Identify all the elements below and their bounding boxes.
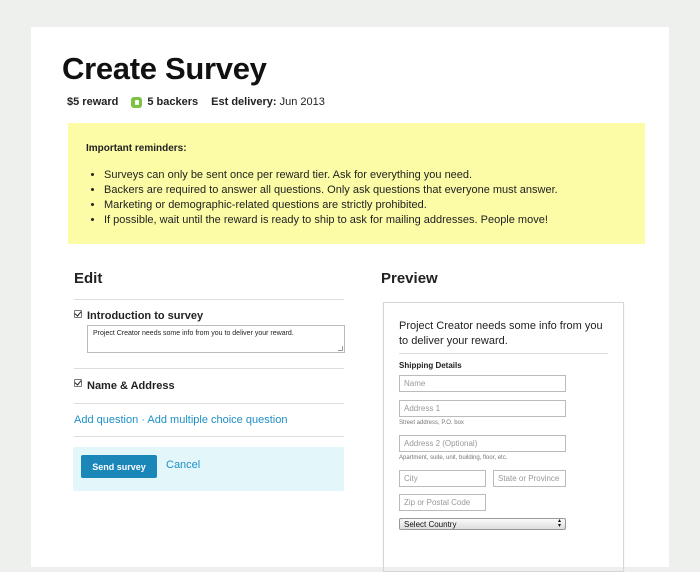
divider	[74, 403, 344, 404]
edit-heading: Edit	[74, 270, 103, 287]
add-multiple-choice-link[interactable]: Add multiple choice question	[147, 414, 287, 426]
name-address-checkbox[interactable]	[74, 379, 82, 387]
zip-input[interactable]: Zip or Postal Code	[399, 494, 486, 511]
send-survey-button[interactable]: Send survey	[81, 455, 157, 478]
country-select[interactable]: Select Country ▴ ▾	[399, 518, 566, 530]
add-question-link[interactable]: Add question	[74, 414, 138, 426]
project-meta: $5 reward 5 backers Est delivery: Jun 20…	[67, 96, 325, 108]
reminder-item: Marketing or demographic-related questio…	[104, 198, 627, 213]
delivery-label: Est delivery:	[211, 96, 277, 108]
name-address-label: Name & Address	[87, 380, 175, 392]
cancel-link[interactable]: Cancel	[166, 459, 200, 471]
reminders-heading: Important reminders:	[86, 143, 187, 154]
page-title: Create Survey	[62, 51, 267, 86]
intro-textarea[interactable]: Project Creator needs some info from you…	[87, 325, 345, 353]
divider	[399, 353, 608, 354]
delivery-value: Jun 2013	[279, 96, 325, 108]
resize-grip-icon[interactable]	[338, 346, 343, 351]
address1-input[interactable]: Address 1	[399, 400, 566, 417]
divider	[74, 299, 344, 300]
country-select-value: Select Country	[404, 519, 457, 529]
preview-panel: Project Creator needs some info from you…	[383, 302, 624, 572]
select-arrows-icon: ▴ ▾	[557, 518, 561, 529]
link-separator: ·	[141, 414, 145, 426]
reminder-item: Surveys can only be sent once per reward…	[104, 168, 627, 183]
reminders-list: Surveys can only be sent once per reward…	[86, 168, 627, 228]
state-input[interactable]: State or Province	[493, 470, 566, 487]
main-card: Create Survey $5 reward 5 backers Est de…	[31, 27, 669, 572]
reminder-item: Backers are required to answer all quest…	[104, 183, 627, 198]
name-input[interactable]: Name	[399, 375, 566, 392]
shipping-heading: Shipping Details	[399, 361, 462, 370]
address1-hint: Street address, P.O. box	[399, 420, 464, 426]
intro-label: Introduction to survey	[87, 310, 204, 322]
reminders-box: Important reminders: Surveys can only be…	[68, 123, 645, 244]
address2-input[interactable]: Address 2 (Optional)	[399, 435, 566, 452]
backer-count: 5 backers	[147, 96, 199, 108]
city-input[interactable]: City	[399, 470, 486, 487]
add-links: Add question · Add multiple choice quest…	[74, 414, 287, 426]
intro-checkbox[interactable]	[74, 310, 82, 318]
backer-icon	[131, 96, 143, 108]
reminder-item: If possible, wait until the reward is re…	[104, 213, 627, 228]
send-area: Send survey Cancel	[73, 447, 344, 491]
preview-heading: Preview	[381, 270, 438, 287]
divider	[74, 436, 344, 437]
divider	[74, 368, 344, 369]
address2-hint: Apartment, suite, unit, building, floor,…	[399, 455, 508, 461]
reward-amount: $5 reward	[67, 96, 119, 108]
preview-intro-text: Project Creator needs some info from you…	[399, 320, 603, 347]
intro-textarea-text: Project Creator needs some info from you…	[93, 330, 294, 337]
